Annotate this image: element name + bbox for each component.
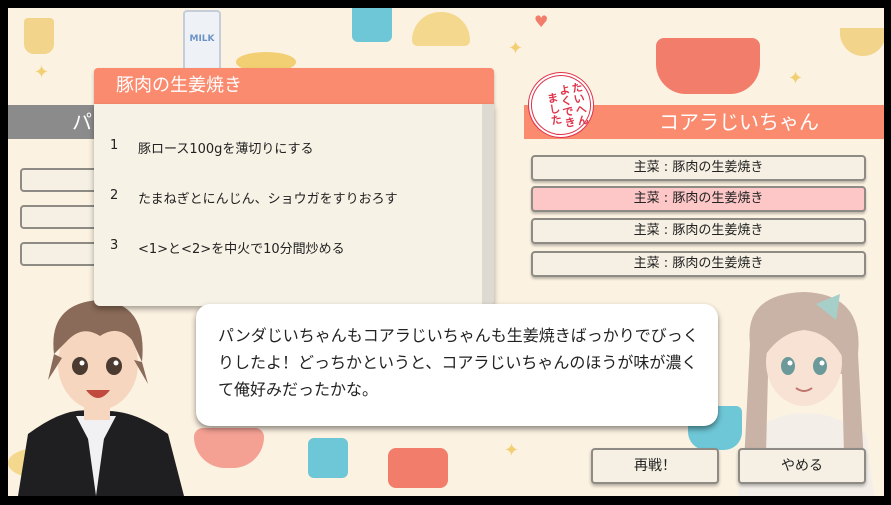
recipe-step: 2 たまねぎとにんじん、ショウガをすりおろす bbox=[110, 188, 398, 207]
bg-bowl-illustration bbox=[412, 12, 470, 46]
recipe-steps-panel: 1 豚ロース100gを薄切りにする 2 たまねぎとにんじん、ショウガをすりおろす… bbox=[94, 104, 494, 306]
stamp-text: たいへんよくできました bbox=[544, 80, 590, 129]
recipe-step: 1 豚ロース100gを薄切りにする bbox=[110, 138, 314, 157]
dialogue-text: パンダじいちゃんもコアラじいちゃんも生姜焼きばっかりでびっくりしたよ！どっちかと… bbox=[218, 326, 699, 399]
bg-cup-illustration bbox=[24, 18, 54, 54]
game-stage: MILK ♥ ✦ ✦ ✦ ✦ パ 豚肉の生姜焼き 1 豚ロース100gを薄切りに… bbox=[8, 8, 884, 496]
star-icon: ✦ bbox=[504, 440, 520, 461]
bg-pot-illustration bbox=[656, 38, 760, 94]
heart-icon: ♥ bbox=[534, 12, 549, 31]
bg-milk-carton-illustration: MILK bbox=[183, 10, 221, 72]
milk-label: MILK bbox=[189, 34, 215, 44]
recipe-title: 豚肉の生姜焼き bbox=[94, 68, 494, 104]
rematch-button[interactable]: 再戦！ bbox=[591, 448, 719, 484]
boy-character-portrait bbox=[18, 300, 184, 496]
step-text: 豚ロース100gを薄切りにする bbox=[138, 142, 314, 157]
step-text: たまねぎとにんじん、ショウガをすりおろす bbox=[138, 192, 398, 207]
quit-button[interactable]: やめる bbox=[738, 448, 866, 484]
dish-option[interactable]: 主菜 : 豚肉の生姜焼き bbox=[531, 155, 866, 181]
bg-bowl-illustration-bottom bbox=[194, 428, 264, 468]
bg-blue-cup-illustration bbox=[352, 8, 392, 42]
bg-pot-illustration-bottom bbox=[388, 448, 448, 488]
recipe-step: 3 <1>と<2>を中火で10分間炒める bbox=[110, 238, 345, 257]
step-number: 2 bbox=[110, 188, 119, 203]
step-number: 3 bbox=[110, 238, 119, 253]
star-icon: ✦ bbox=[788, 68, 804, 89]
dish-option[interactable]: 主菜 : 豚肉の生姜焼き bbox=[531, 218, 866, 244]
step-text: <1>と<2>を中火で10分間炒める bbox=[138, 242, 345, 257]
dialogue-bubble[interactable]: パンダじいちゃんもコアラじいちゃんも生姜焼きばっかりでびっくりしたよ！どっちかと… bbox=[196, 304, 718, 426]
dish-option[interactable]: 主菜 : 豚肉の生姜焼き bbox=[531, 251, 866, 277]
star-icon: ✦ bbox=[34, 62, 50, 83]
step-number: 1 bbox=[110, 138, 119, 153]
dish-option-selected[interactable]: 主菜 : 豚肉の生姜焼き bbox=[531, 186, 866, 212]
star-icon: ✦ bbox=[508, 38, 524, 59]
recipe-scrollbar[interactable] bbox=[482, 104, 494, 306]
left-player-name-header: パ bbox=[8, 105, 108, 139]
bg-bowl-illustration-right bbox=[840, 28, 884, 56]
bg-cup-illustration-bottom bbox=[308, 438, 348, 478]
